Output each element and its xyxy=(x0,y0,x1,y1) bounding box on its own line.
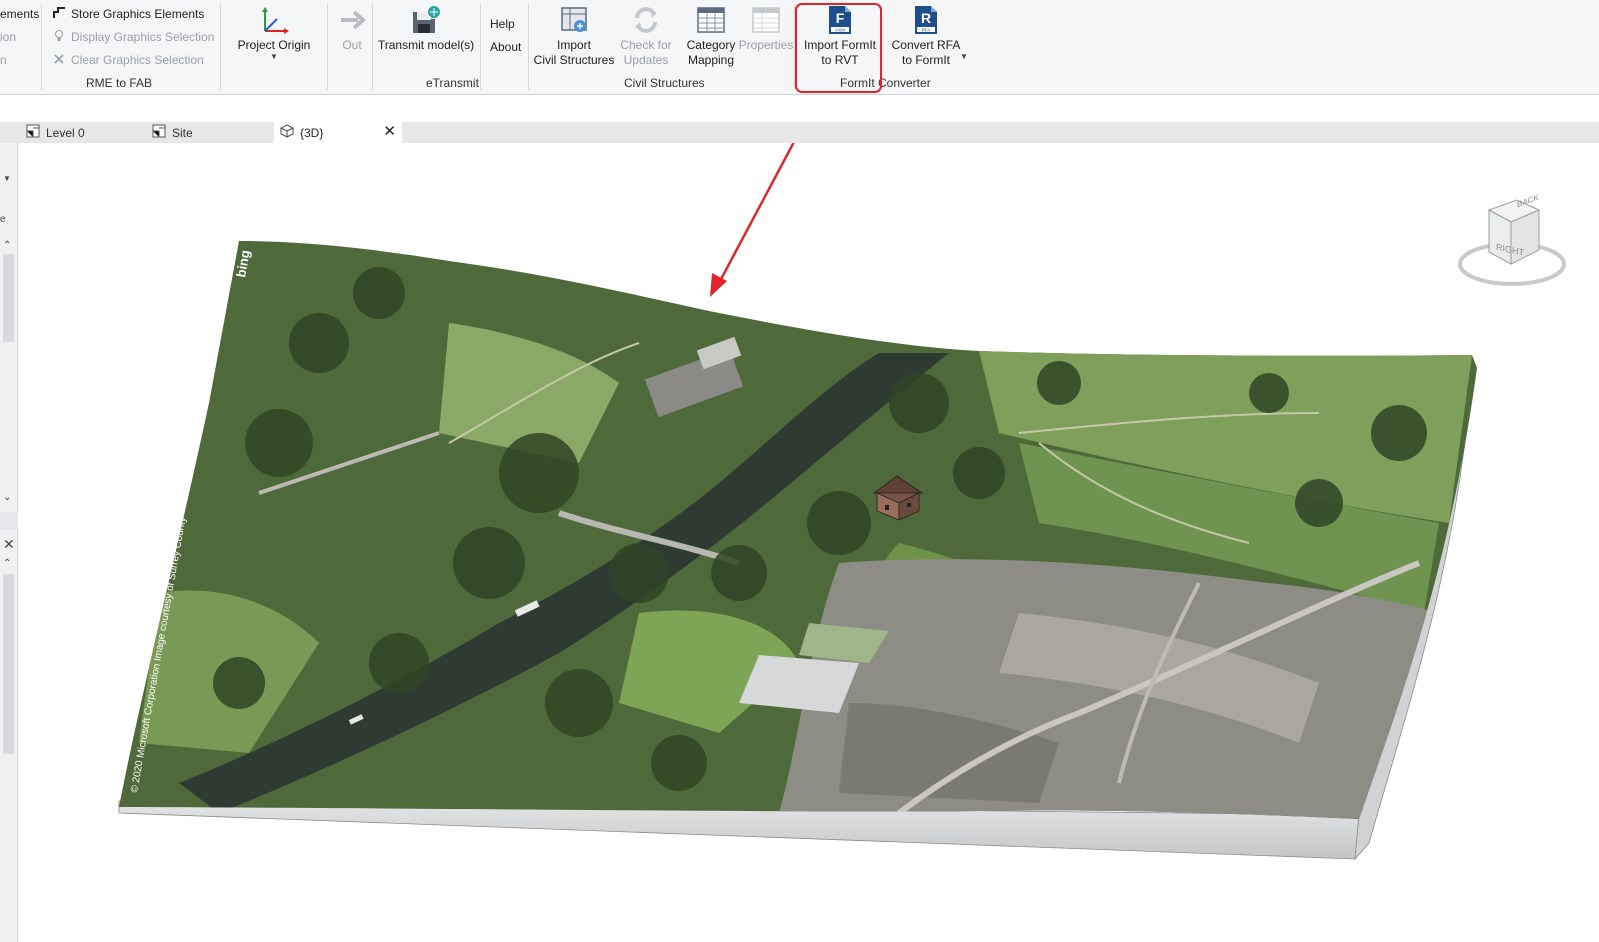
annotation-arrow xyxy=(710,143,795,297)
panel-separator xyxy=(327,4,328,90)
dropdown-caret-icon[interactable]: ▼ xyxy=(3,174,11,183)
project-origin-button[interactable]: Project Origin ▼ xyxy=(234,4,314,61)
help-label: Help xyxy=(490,17,515,31)
project-origin-icon xyxy=(258,4,290,36)
category-mapping-button[interactable]: Category Mapping xyxy=(682,4,740,68)
aerial-imagery xyxy=(119,241,1477,819)
out-button[interactable]: Out xyxy=(336,4,368,53)
transmit-models-label: Transmit model(s) xyxy=(377,38,475,52)
category-mapping-table-icon xyxy=(695,4,727,36)
dropdown-caret-icon: ▼ xyxy=(270,52,278,61)
clear-x-icon xyxy=(52,52,66,69)
help-button[interactable]: Help xyxy=(490,15,515,33)
scroll-up-icon[interactable]: ⌃ xyxy=(3,240,11,251)
floor-plan-icon xyxy=(152,124,166,141)
etransmit-panel-title: eTransmit xyxy=(426,76,479,90)
import-civil-label: Import Civil Structures xyxy=(533,38,615,67)
close-icon[interactable]: ✕ xyxy=(3,536,15,553)
convert-rfa-to-formit-button[interactable]: R RFA Convert RFA to FormIt xyxy=(886,4,966,68)
3d-viewport[interactable]: bing © 2020 Microsoft Corporation Image … xyxy=(19,143,1599,942)
scroll-down-icon[interactable]: ⌄ xyxy=(3,492,11,503)
panel-separator xyxy=(41,4,42,90)
lightbulb-icon xyxy=(52,29,66,46)
store-graphics-elements-button[interactable]: Store Graphics Elements xyxy=(52,5,204,23)
import-civil-icon xyxy=(558,4,590,36)
panel-separator xyxy=(528,4,529,90)
highlight-box xyxy=(795,3,882,93)
panel-separator xyxy=(220,4,221,90)
close-tab-icon[interactable]: ✕ xyxy=(383,124,396,140)
rme-to-fab-panel-title: RME to FAB xyxy=(86,76,153,90)
check-for-updates-button[interactable]: Check for Updates xyxy=(612,4,680,68)
scroll-up-icon[interactable]: ⌃ xyxy=(3,558,11,569)
properties-panel-strip: ✕ ▼ e ⌃ ⌄ ✕ ⌃ xyxy=(0,122,18,942)
display-graphics-selection-button[interactable]: Display Graphics Selection xyxy=(52,28,214,46)
panel-separator xyxy=(480,4,481,90)
properties-label: Properties xyxy=(738,38,794,52)
3d-view-icon xyxy=(280,124,294,141)
cut-label-1: ements xyxy=(0,7,40,21)
store-graphics-label: Store Graphics Elements xyxy=(71,7,205,21)
about-button[interactable]: About xyxy=(490,38,521,56)
clear-graphics-label: Clear Graphics Selection xyxy=(71,53,204,67)
check-for-updates-label: Check for Updates xyxy=(620,38,672,67)
scrollbar-thumb[interactable] xyxy=(3,254,14,342)
panel-separator xyxy=(372,4,373,90)
tab-label: Site xyxy=(172,125,193,140)
tab-3d[interactable]: {3D} ✕ xyxy=(274,122,402,143)
arrow-right-icon xyxy=(336,4,368,36)
rfa-badge: RFA xyxy=(922,27,931,32)
terrain-scene: bing © 2020 Microsoft Corporation Image … xyxy=(118,143,1477,861)
ribbon: ements ion n Store Graphics Elements Dis… xyxy=(0,0,1599,95)
floor-plan-icon xyxy=(26,124,40,141)
cut-text: e xyxy=(0,214,6,225)
tab-label: Level 0 xyxy=(46,125,85,140)
store-graphics-icon xyxy=(52,6,66,23)
tab-site[interactable]: Site xyxy=(146,122,266,143)
view-tabs: Level 0 Site {3D} ✕ xyxy=(0,122,1599,143)
properties-table-icon xyxy=(750,4,782,36)
convert-rfa-label: Convert RFA to FormIt xyxy=(891,38,961,67)
clear-graphics-selection-button[interactable]: Clear Graphics Selection xyxy=(52,51,204,69)
project-origin-label: Project Origin xyxy=(237,38,311,52)
cut-ribbon-item-2[interactable]: ion xyxy=(0,28,16,46)
cut-label-3: n xyxy=(0,53,7,67)
properties-button[interactable]: Properties xyxy=(738,4,794,53)
civil-structures-panel-title: Civil Structures xyxy=(624,76,705,90)
panel-splitter[interactable] xyxy=(0,512,18,530)
cut-label-2: ion xyxy=(0,30,17,44)
viewcube[interactable]: RIGHT BACK xyxy=(1455,192,1569,292)
import-civil-structures-button[interactable]: Import Civil Structures xyxy=(532,4,616,68)
category-mapping-label: Category Mapping xyxy=(686,38,736,67)
svg-text:R: R xyxy=(921,10,931,26)
refresh-icon xyxy=(630,4,662,36)
display-graphics-label: Display Graphics Selection xyxy=(71,30,215,44)
out-label: Out xyxy=(342,38,362,52)
rfa-file-icon: R RFA xyxy=(910,4,942,36)
cut-ribbon-item-3[interactable]: n xyxy=(0,51,7,69)
tab-level-0[interactable]: Level 0 xyxy=(20,122,140,143)
transmit-disk-icon xyxy=(410,4,442,36)
tab-label: {3D} xyxy=(300,125,324,140)
about-label: About xyxy=(490,40,522,54)
convert-rfa-dropdown-icon[interactable]: ▼ xyxy=(960,53,968,61)
scrollbar-thumb[interactable] xyxy=(3,574,14,754)
cut-ribbon-item-1[interactable]: ements xyxy=(0,5,39,23)
transmit-models-button[interactable]: Transmit model(s) xyxy=(376,4,476,53)
